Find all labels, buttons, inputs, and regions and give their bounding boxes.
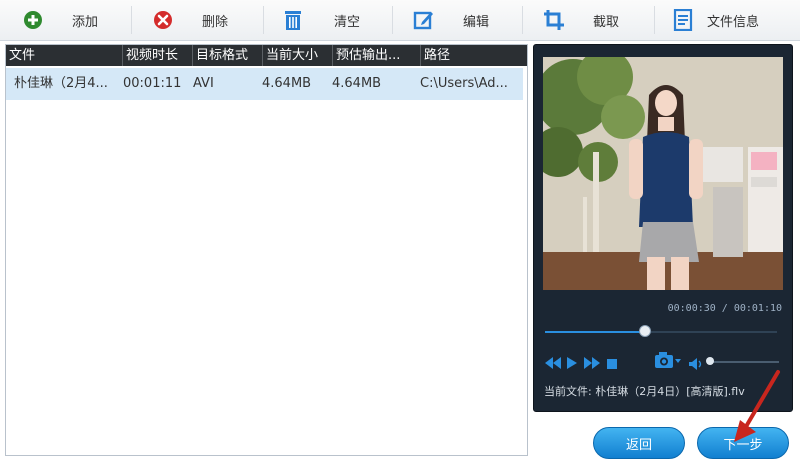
cell-file: 朴佳琳（2月4... xyxy=(14,76,108,91)
document-icon xyxy=(672,9,694,31)
volume-icon[interactable] xyxy=(689,355,705,374)
delete-button[interactable]: 删除 xyxy=(152,2,228,38)
crop-icon xyxy=(543,9,565,31)
volume-handle[interactable] xyxy=(706,357,714,365)
file-info-label: 文件信息 xyxy=(707,14,760,30)
video-preview[interactable] xyxy=(543,57,783,290)
back-button[interactable]: 返回 xyxy=(593,427,685,459)
edit-button[interactable]: 编辑 xyxy=(413,2,489,38)
column-header-output[interactable]: 预估输出... xyxy=(333,45,421,66)
video-frame-image xyxy=(543,57,783,290)
seek-slider[interactable] xyxy=(545,325,777,337)
column-header-size[interactable]: 当前大小 xyxy=(263,45,333,66)
snapshot-camera-icon[interactable] xyxy=(654,351,682,373)
file-list-panel: 文件 视频时长 目标格式 当前大小 预估输出... 路径 朴佳琳（2月4... … xyxy=(5,44,528,456)
edit-icon xyxy=(413,9,435,31)
x-circle-icon xyxy=(152,9,174,31)
next-button[interactable]: 下一步 xyxy=(697,427,789,459)
preview-panel: 00:00:30 / 00:01:10 当前文件: 朴佳琳（2月4日）[高清版]… xyxy=(533,44,793,412)
fast-forward-icon[interactable] xyxy=(584,354,600,373)
rewind-icon[interactable] xyxy=(545,354,561,373)
cell-format: AVI xyxy=(193,76,214,91)
file-info-button[interactable]: 文件信息 xyxy=(672,2,759,38)
volume-slider[interactable] xyxy=(709,361,779,363)
clear-label: 清空 xyxy=(334,14,361,30)
current-file-label: 当前文件: 朴佳琳（2月4日）[高清版].flv xyxy=(544,385,745,398)
seek-progress xyxy=(545,331,645,333)
stop-icon[interactable] xyxy=(607,354,617,373)
column-header-path[interactable]: 路径 xyxy=(421,45,527,66)
table-row[interactable]: 朴佳琳（2月4... 00:01:11 AVI 4.64MB 4.64MB C:… xyxy=(6,68,523,100)
cell-path: C:\Users\Ad... xyxy=(420,76,508,91)
cell-duration: 00:01:11 xyxy=(123,76,182,91)
table-header: 文件 视频时长 目标格式 当前大小 预估输出... 路径 xyxy=(6,45,527,66)
crop-label: 截取 xyxy=(593,14,620,30)
plus-circle-icon xyxy=(22,9,44,31)
add-button[interactable]: 添加 xyxy=(22,2,98,38)
trash-icon xyxy=(282,9,304,31)
time-display: 00:00:30 / 00:01:10 xyxy=(667,303,782,314)
clear-button[interactable]: 清空 xyxy=(282,2,360,38)
column-header-format[interactable]: 目标格式 xyxy=(193,45,263,66)
column-header-file[interactable]: 文件 xyxy=(6,45,123,66)
cell-output: 4.64MB xyxy=(332,76,382,91)
edit-label: 编辑 xyxy=(463,14,490,30)
play-icon[interactable] xyxy=(567,354,577,373)
playback-controls xyxy=(545,354,617,373)
delete-label: 删除 xyxy=(202,14,229,30)
column-header-duration[interactable]: 视频时长 xyxy=(123,45,193,66)
toolbar: 添加 删除 清空 编辑 截取 文件信息 xyxy=(0,0,800,41)
crop-button[interactable]: 截取 xyxy=(543,2,619,38)
seek-handle[interactable] xyxy=(638,325,651,337)
cell-size: 4.64MB xyxy=(262,76,312,91)
add-label: 添加 xyxy=(72,14,99,30)
